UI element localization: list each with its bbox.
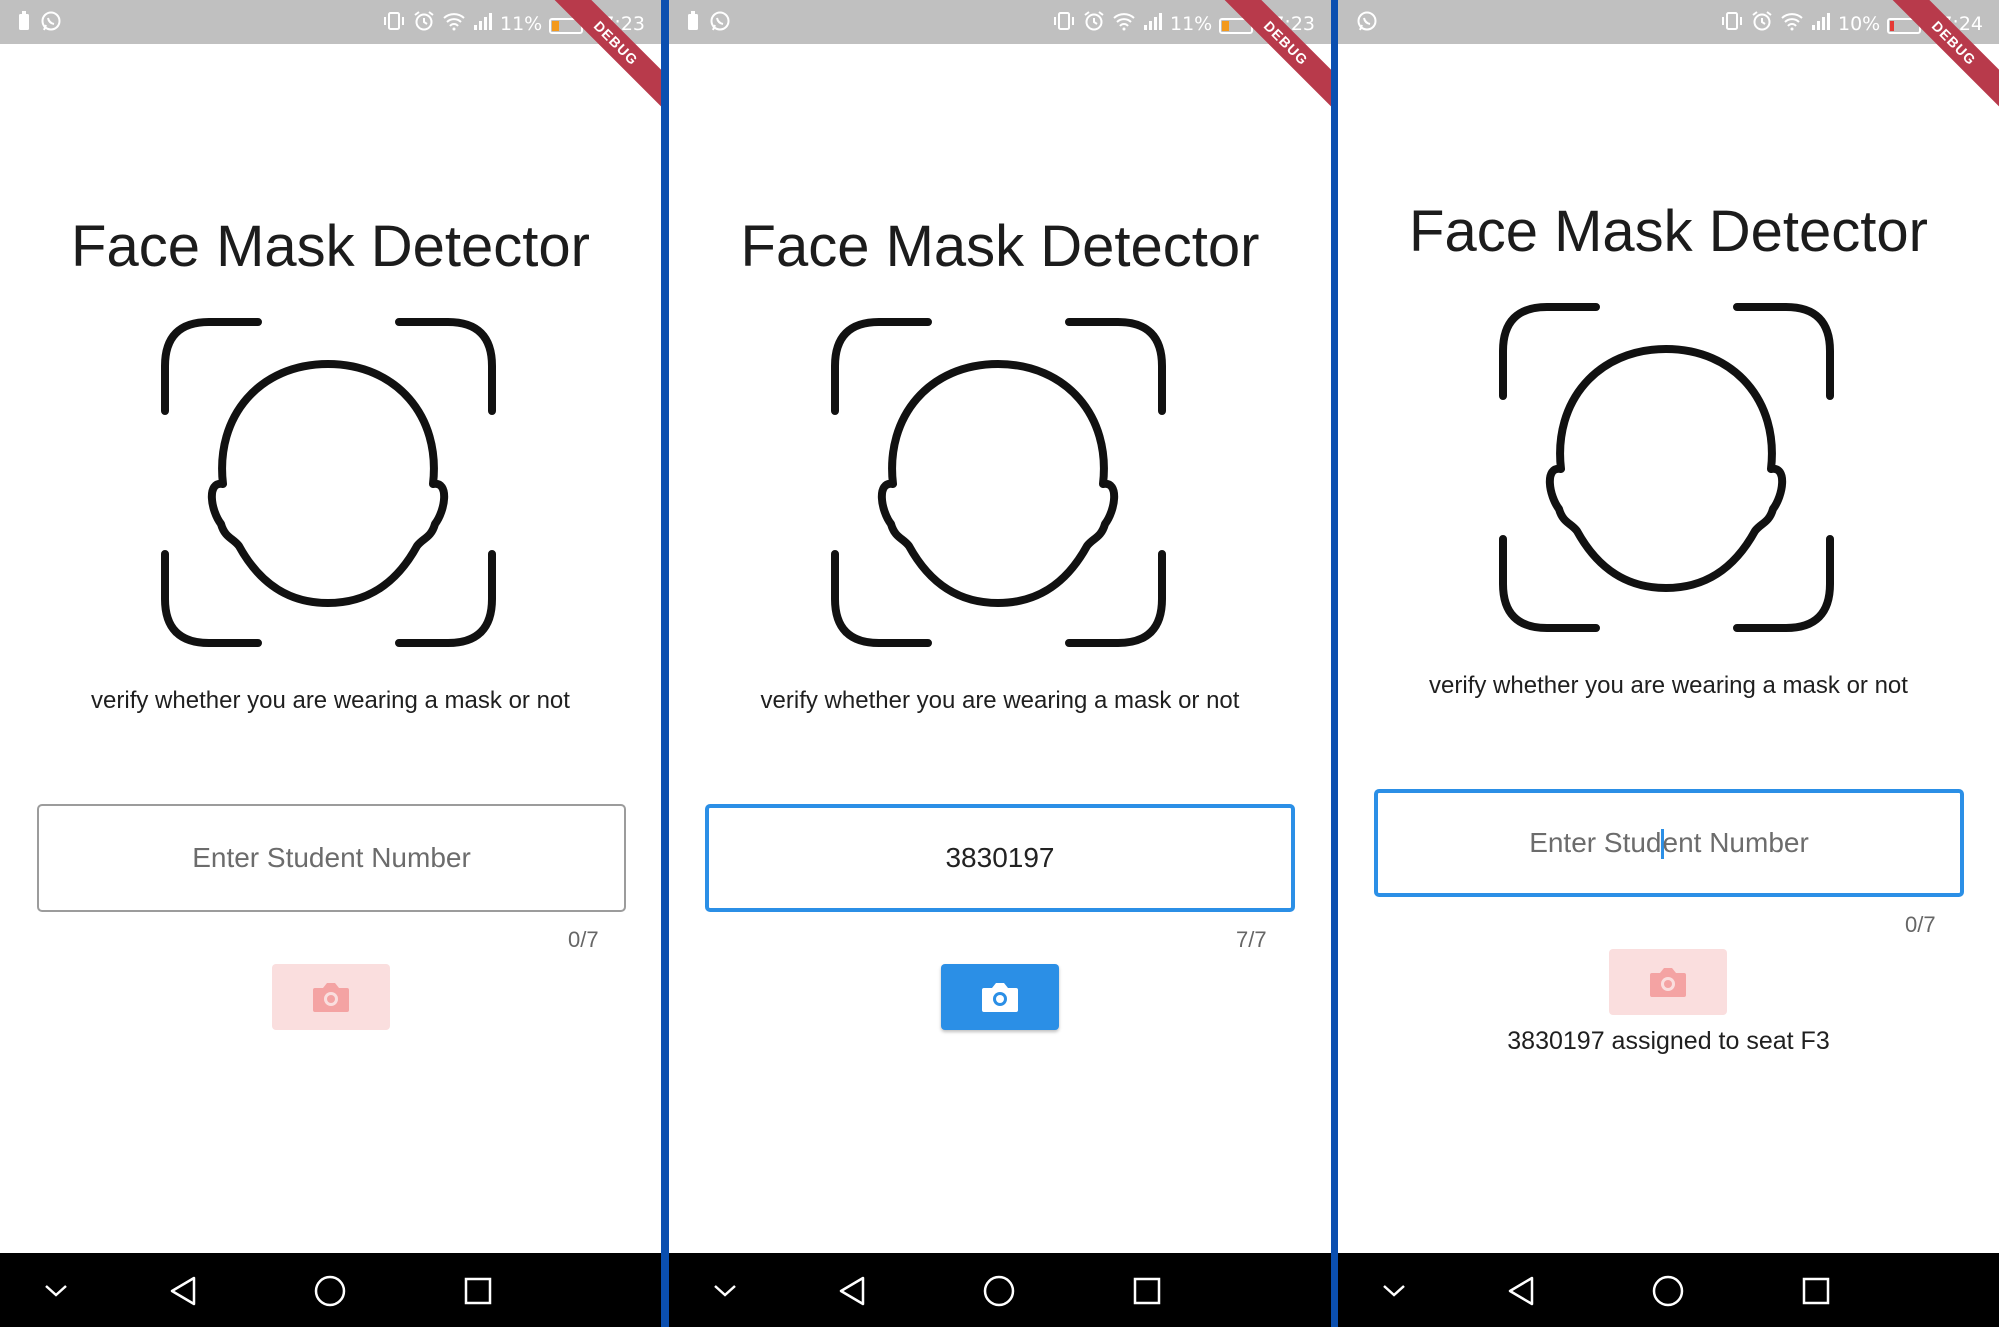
student-number-value: 3830197 bbox=[945, 842, 1055, 873]
camera-icon bbox=[982, 983, 1018, 1012]
whatsapp-icon bbox=[1356, 10, 1378, 37]
camera-button[interactable] bbox=[272, 964, 390, 1030]
back-icon[interactable] bbox=[163, 1271, 203, 1311]
student-number-input[interactable]: 3830197 bbox=[705, 804, 1295, 912]
chevron-down-icon[interactable] bbox=[705, 1271, 745, 1311]
camera-button[interactable] bbox=[1609, 949, 1727, 1015]
alarm-icon bbox=[1751, 10, 1773, 38]
signal-icon bbox=[1811, 11, 1831, 37]
navigation-bar bbox=[0, 1253, 661, 1327]
home-icon[interactable] bbox=[310, 1271, 350, 1311]
back-icon[interactable] bbox=[1501, 1271, 1541, 1311]
camera-icon bbox=[313, 983, 349, 1012]
battery-saver-icon bbox=[687, 11, 699, 36]
vibrate-icon bbox=[1052, 11, 1076, 37]
battery-percent: 11% bbox=[500, 13, 543, 35]
battery-saver-icon bbox=[18, 11, 30, 36]
subtitle: verify whether you are wearing a mask or… bbox=[91, 687, 570, 714]
student-number-input[interactable]: Enter Student Number bbox=[37, 804, 626, 912]
subtitle: verify whether you are wearing a mask or… bbox=[760, 687, 1240, 714]
home-icon[interactable] bbox=[979, 1271, 1019, 1311]
wifi-icon bbox=[1780, 11, 1804, 37]
navigation-bar bbox=[669, 1253, 1331, 1327]
phone-screen-3: 10% 17:24 DEBUG Face Mask Detector verif… bbox=[1338, 0, 1999, 1327]
student-number-placeholder: Enter Student Number bbox=[1529, 827, 1809, 860]
phone-screen-1: 11% 17:23 DEBUG Face Mask Detector verif… bbox=[0, 0, 661, 1327]
face-scan-icon bbox=[161, 318, 496, 647]
whatsapp-icon bbox=[40, 10, 62, 37]
student-number-placeholder: Enter Student Number bbox=[192, 842, 471, 873]
signal-icon bbox=[473, 11, 493, 37]
character-counter: 0/7 bbox=[568, 927, 599, 952]
vibrate-icon bbox=[1720, 11, 1744, 37]
alarm-icon bbox=[1083, 10, 1105, 38]
battery-percent: 11% bbox=[1170, 13, 1213, 35]
chevron-down-icon[interactable] bbox=[36, 1271, 76, 1311]
page-title: Face Mask Detector bbox=[740, 214, 1260, 279]
battery-percent: 10% bbox=[1838, 13, 1881, 35]
page-title: Face Mask Detector bbox=[71, 214, 590, 279]
face-scan-icon bbox=[1499, 303, 1834, 632]
recents-icon[interactable] bbox=[1796, 1271, 1836, 1311]
placeholder-part-1: Enter Stud bbox=[1529, 826, 1662, 858]
face-scan-icon bbox=[831, 318, 1166, 647]
back-icon[interactable] bbox=[832, 1271, 872, 1311]
whatsapp-icon bbox=[709, 10, 731, 37]
phone-screen-2: 11% 17:23 DEBUG Face Mask Detector verif… bbox=[669, 0, 1331, 1327]
home-icon[interactable] bbox=[1648, 1271, 1688, 1311]
subtitle: verify whether you are wearing a mask or… bbox=[1429, 672, 1908, 699]
wifi-icon bbox=[1112, 11, 1136, 37]
character-counter: 0/7 bbox=[1905, 912, 1936, 937]
chevron-down-icon[interactable] bbox=[1374, 1271, 1414, 1311]
signal-icon bbox=[1143, 11, 1163, 37]
recents-icon[interactable] bbox=[1127, 1271, 1167, 1311]
recents-icon[interactable] bbox=[458, 1271, 498, 1311]
vibrate-icon bbox=[382, 11, 406, 37]
camera-button[interactable] bbox=[941, 964, 1059, 1030]
navigation-bar bbox=[1338, 1253, 1999, 1327]
alarm-icon bbox=[413, 10, 435, 38]
student-number-input[interactable]: Enter Student Number bbox=[1374, 789, 1964, 897]
camera-icon bbox=[1650, 968, 1686, 997]
wifi-icon bbox=[442, 11, 466, 37]
seat-assignment-result: 3830197 assigned to seat F3 bbox=[1507, 1027, 1830, 1055]
page-title: Face Mask Detector bbox=[1409, 199, 1928, 264]
character-counter: 7/7 bbox=[1236, 927, 1267, 952]
placeholder-part-2: ent Number bbox=[1662, 826, 1809, 858]
